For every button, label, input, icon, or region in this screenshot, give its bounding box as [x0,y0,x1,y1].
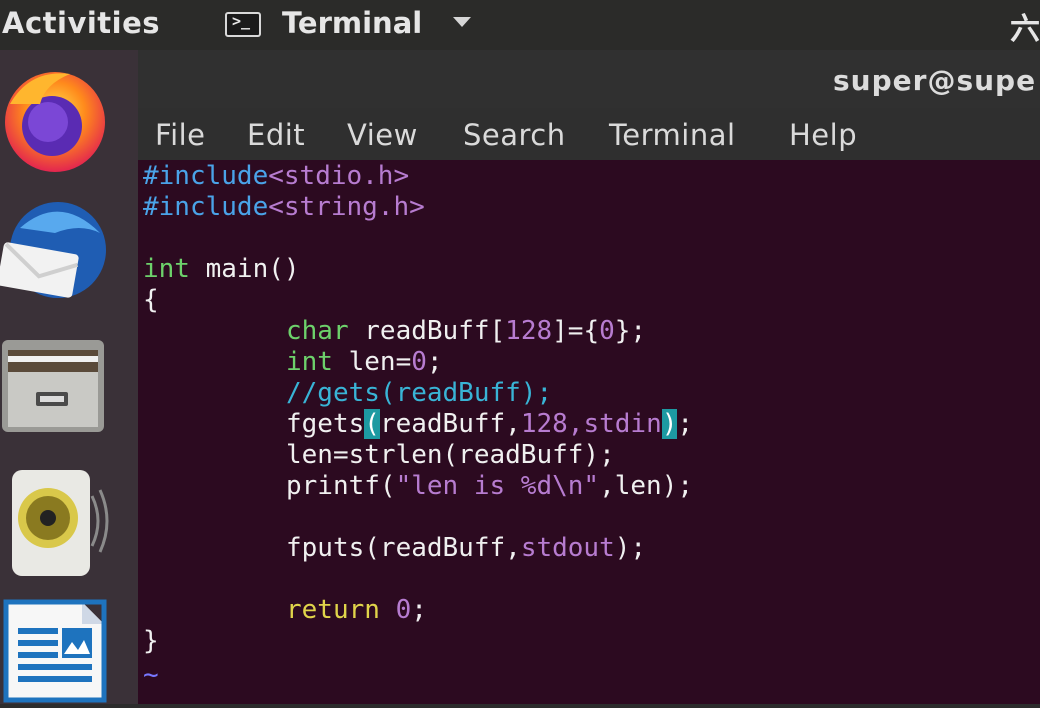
number-literal: 0 [395,595,412,625]
number-literal: 128 [520,409,568,439]
dock-item-thunderbird[interactable] [0,198,138,308]
terminal-app-icon[interactable]: >_ [225,12,261,37]
number-literal: 0 [599,316,615,346]
terminal-editor[interactable]: #include<stdio.h> #include<string.h> int… [138,160,1040,704]
libreoffice-writer-icon [3,599,107,703]
include-directive: #include [143,161,269,191]
code-text: printf( [286,471,396,501]
firefox-icon [5,72,105,172]
menu-edit[interactable]: Edit [247,118,305,152]
number-literal: 128 [505,316,553,346]
app-menu-label[interactable]: Terminal [282,6,422,40]
code-line: return 0; [286,595,427,626]
menu-terminal[interactable]: Terminal [609,118,736,152]
code-line: { [143,285,159,315]
code-text: len= [332,347,412,377]
clock[interactable]: 六 [1010,4,1040,48]
code-line: char readBuff[128]={0}; [286,316,646,347]
code-text: readBuff, [379,409,521,439]
dock-item-files[interactable] [0,332,138,442]
type-keyword: int [286,347,333,377]
code-line: int main() [143,254,300,285]
window-title: super@supe [833,64,1037,97]
code-text: ,stdin [567,409,662,439]
bracket-match-highlight: ) [661,409,678,439]
number-literal: 0 [411,347,427,377]
code-line: int len=0; [286,347,443,378]
code-text: }; [614,316,647,346]
include-directive: #include [143,192,269,222]
chevron-down-icon[interactable] [453,17,471,27]
code-text: ; [411,595,427,625]
top-bar: Activities >_ Terminal 六 [0,0,1040,50]
dock [0,50,138,704]
empty-line-marker: ~ [143,660,159,690]
type-keyword: int [143,254,190,284]
code-line: #include<stdio.h> [143,161,409,192]
string-literal: "len is %d\n" [395,471,600,501]
code-line: len=strlen(readBuff); [286,440,615,470]
dock-item-firefox[interactable] [0,64,138,174]
menu-bar: File Edit View Search Terminal Help [138,108,1040,160]
code-text: ); [614,533,647,563]
code-text: ]={ [552,316,600,346]
dock-item-rhythmbox[interactable] [0,466,138,586]
identifier: stdout [520,533,615,563]
bracket-match-highlight: ( [364,409,380,439]
window-titlebar[interactable]: super@supe [138,50,1040,108]
code-text: fgets [286,409,365,439]
menu-search[interactable]: Search [463,118,566,152]
header-name: <string.h> [268,192,425,222]
code-line: //gets(readBuff); [286,378,552,409]
code-text: ; [677,409,694,439]
code-text: main() [189,254,300,284]
return-keyword: return [286,595,380,625]
code-line: printf("len is %d\n",len); [286,471,693,502]
files-icon [2,340,104,432]
menu-file[interactable]: File [155,118,206,152]
activities-button[interactable]: Activities [2,6,160,40]
thunderbird-icon [0,202,106,298]
menu-help[interactable]: Help [789,118,857,152]
header-name: <stdio.h> [268,161,410,191]
menu-view[interactable]: View [347,118,418,152]
code-text: ; [426,347,443,377]
code-line: fgets(readBuff,128,stdin); [286,409,693,440]
code-comment: //gets(readBuff); [286,378,553,408]
dock-item-writer[interactable] [0,596,138,704]
code-text: ,len); [599,471,693,501]
code-text: fputs(readBuff, [286,533,521,563]
code-text: readBuff[ [348,316,506,346]
code-line: } [143,626,159,656]
type-keyword: char [286,316,349,346]
code-line: #include<string.h> [143,192,425,223]
code-line: fputs(readBuff,stdout); [286,533,646,564]
rhythmbox-icon [12,470,109,576]
